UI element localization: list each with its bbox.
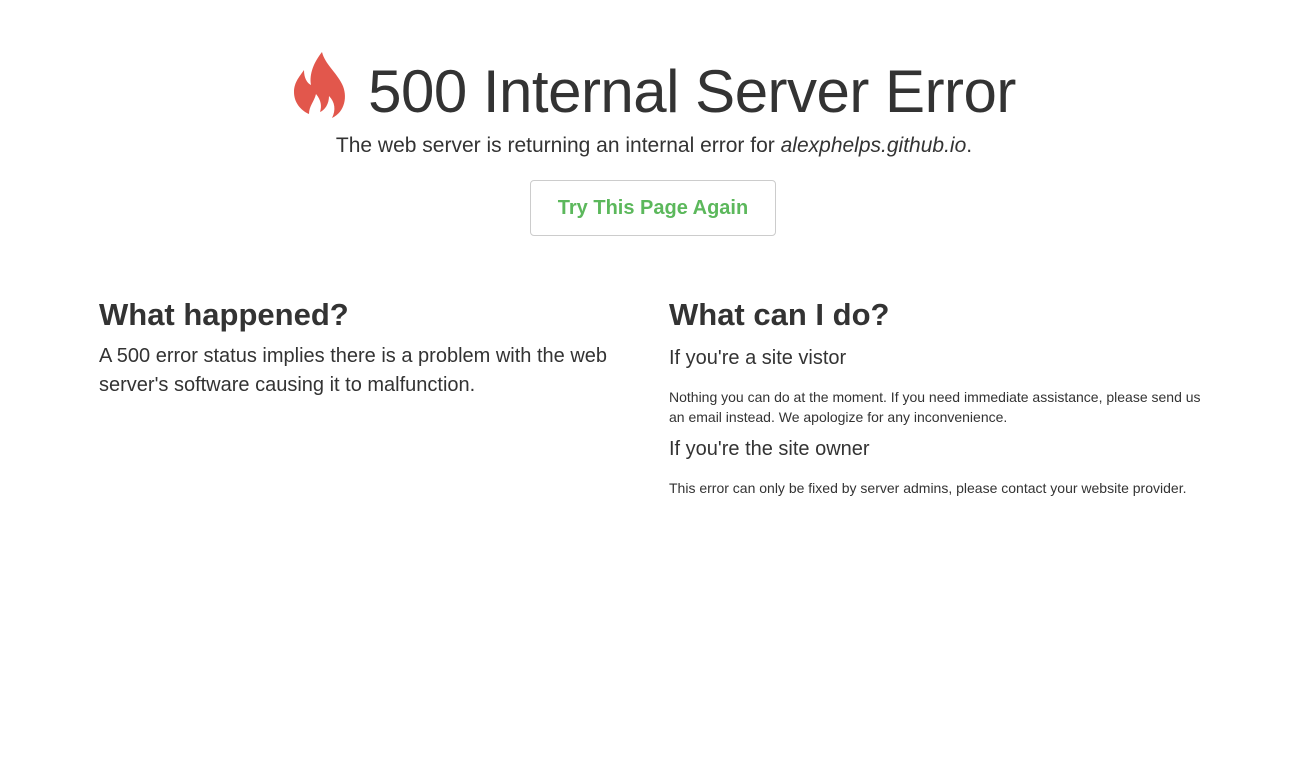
fire-icon (294, 52, 346, 118)
subtitle-domain: alexphelps.github.io (780, 134, 967, 157)
visitor-text: Nothing you can do at the moment. If you… (669, 389, 1201, 425)
what-can-i-do-section: What can I do? If you're a site vistor N… (669, 290, 1209, 498)
subtitle: The web server is returning an internal … (0, 131, 1308, 161)
subtitle-prefix: The web server is returning an internal … (335, 134, 781, 157)
error-page: 500 Internal Server Error The web server… (0, 0, 1308, 767)
what-happened-section: What happened? A 500 error status implie… (99, 290, 639, 400)
page-title: 500 Internal Server Error (368, 58, 1016, 125)
what-happened-text: A 500 error status implies there is a pr… (99, 345, 608, 396)
subtitle-suffix: . (966, 134, 973, 157)
owner-text: This error can only be fixed by server a… (669, 480, 1187, 496)
title-row: 500 Internal Server Error (0, 44, 1308, 140)
what-can-i-do-heading: What can I do? (669, 297, 890, 332)
owner-heading: If you're the site owner (669, 438, 870, 460)
try-again-button[interactable]: Try This Page Again (530, 180, 776, 236)
visitor-heading: If you're a site vistor (669, 347, 847, 369)
what-happened-heading: What happened? (99, 297, 349, 332)
